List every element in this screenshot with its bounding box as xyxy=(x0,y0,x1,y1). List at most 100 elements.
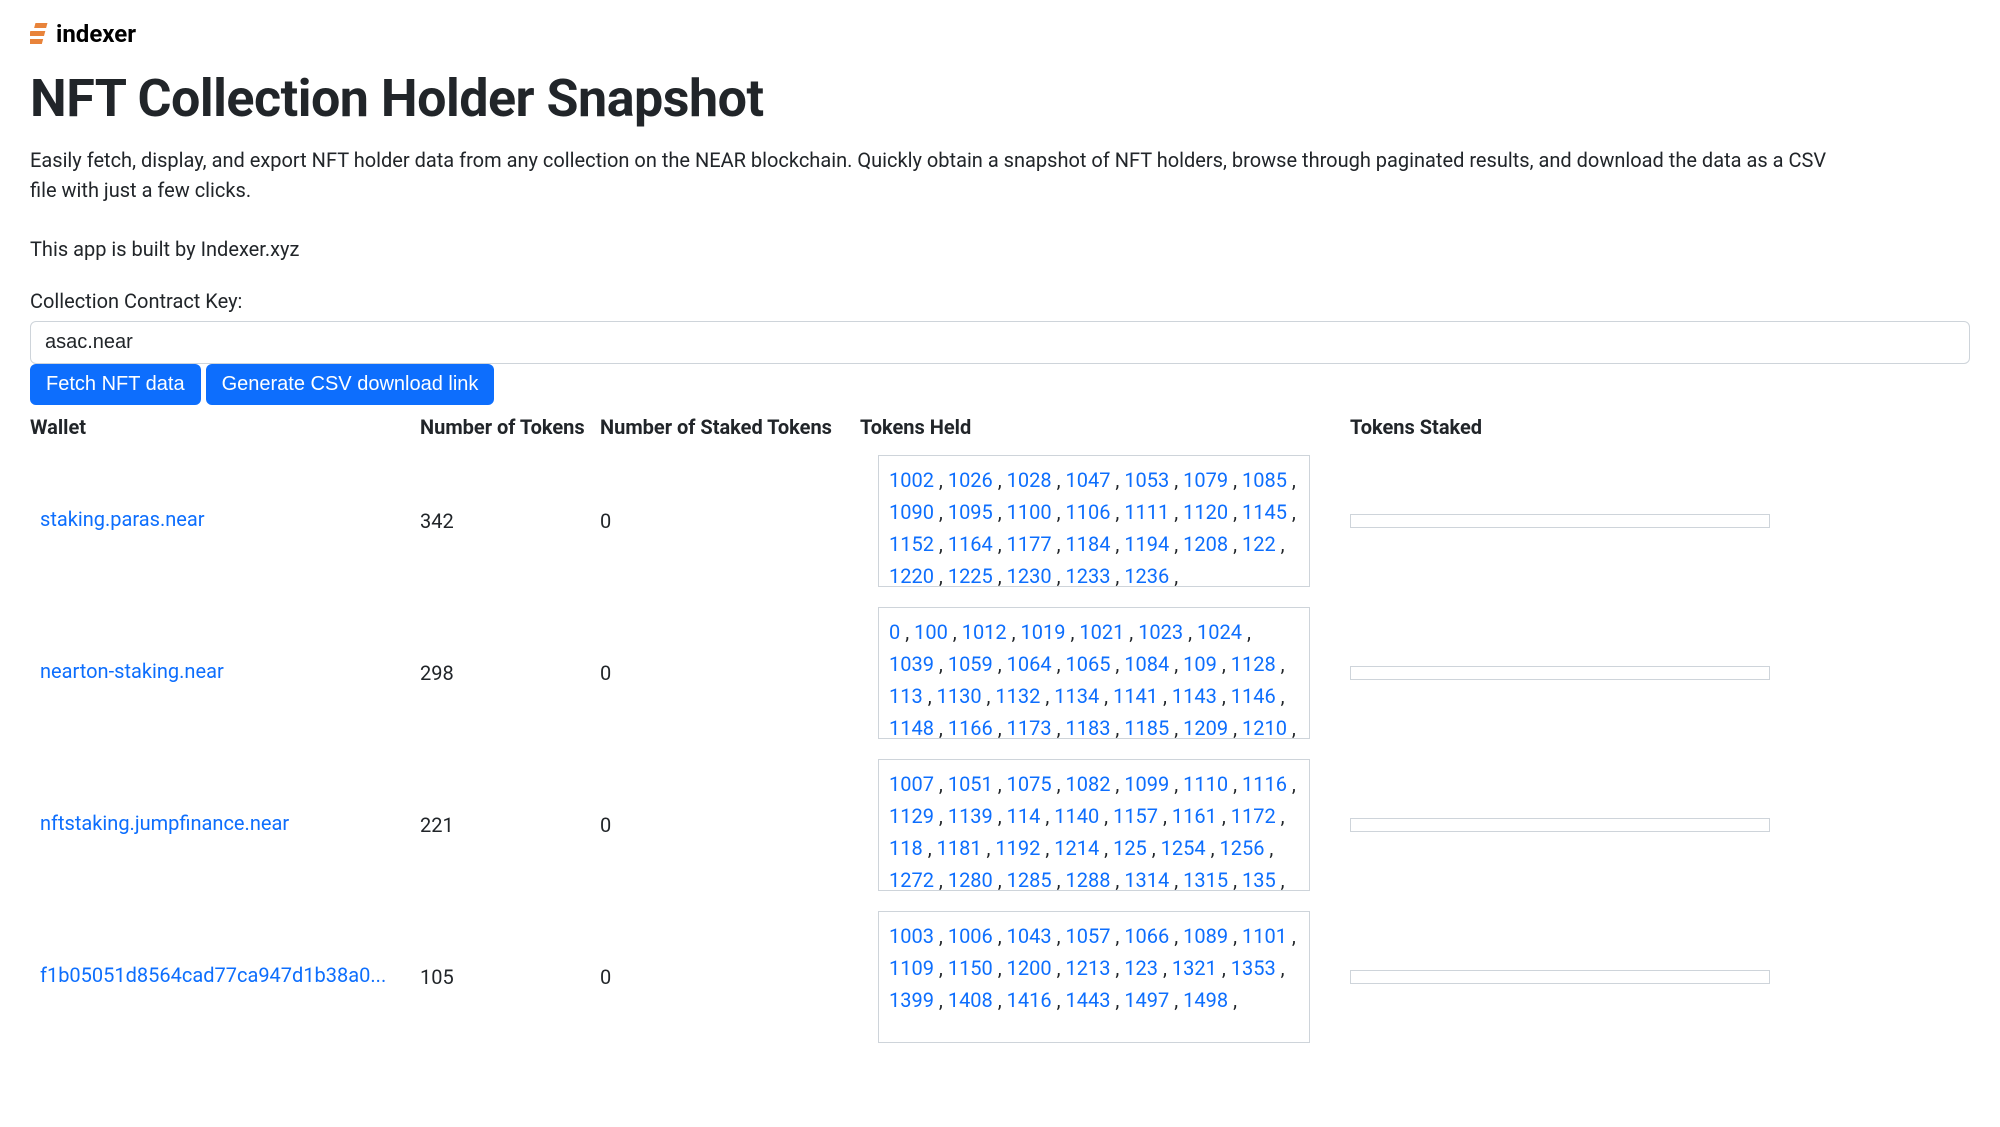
token-link[interactable]: 1047 xyxy=(1065,468,1110,492)
token-link[interactable]: 1095 xyxy=(948,500,993,524)
token-link[interactable]: 113 xyxy=(889,684,923,708)
token-link[interactable]: 1084 xyxy=(1124,652,1169,676)
fetch-nft-button[interactable]: Fetch NFT data xyxy=(30,364,201,405)
token-link[interactable]: 1134 xyxy=(1054,684,1099,708)
token-link[interactable]: 1082 xyxy=(1065,772,1110,796)
token-link[interactable]: 114 xyxy=(1007,804,1041,828)
token-link[interactable]: 1210 xyxy=(1242,716,1287,739)
token-link[interactable]: 1177 xyxy=(1007,532,1052,556)
token-link[interactable]: 1043 xyxy=(1007,924,1052,948)
token-link[interactable]: 1002 xyxy=(889,468,934,492)
wallet-link[interactable]: nearton-staking.near xyxy=(40,659,224,683)
token-link[interactable]: 1213 xyxy=(1065,956,1110,980)
tokens-held-box[interactable]: 0 , 100 , 1012 , 1019 , 1021 , 1023 , 10… xyxy=(878,607,1310,739)
token-link[interactable]: 1090 xyxy=(889,500,934,524)
token-link[interactable]: 1120 xyxy=(1183,500,1228,524)
token-link[interactable]: 1443 xyxy=(1065,988,1110,1012)
token-link[interactable]: 1272 xyxy=(889,868,934,891)
tokens-held-box[interactable]: 1002 , 1026 , 1028 , 1047 , 1053 , 1079 … xyxy=(878,455,1310,587)
token-link[interactable]: 1065 xyxy=(1065,652,1110,676)
token-link[interactable]: 1183 xyxy=(1065,716,1110,739)
token-link[interactable]: 1109 xyxy=(889,956,934,980)
token-link[interactable]: 1233 xyxy=(1065,564,1110,587)
generate-csv-button[interactable]: Generate CSV download link xyxy=(206,364,495,405)
token-link[interactable]: 1256 xyxy=(1220,836,1265,860)
token-link[interactable]: 1220 xyxy=(889,564,934,587)
token-link[interactable]: 1140 xyxy=(1054,804,1099,828)
token-link[interactable]: 135 xyxy=(1242,868,1276,891)
tokens-staked-box[interactable] xyxy=(1350,514,1770,528)
token-link[interactable]: 1110 xyxy=(1183,772,1228,796)
tokens-staked-box[interactable] xyxy=(1350,818,1770,832)
token-link[interactable]: 1164 xyxy=(948,532,993,556)
token-link[interactable]: 1192 xyxy=(995,836,1040,860)
token-link[interactable]: 1132 xyxy=(995,684,1040,708)
token-link[interactable]: 1181 xyxy=(937,836,982,860)
tokens-staked-box[interactable] xyxy=(1350,970,1770,984)
token-link[interactable]: 1194 xyxy=(1124,532,1169,556)
token-link[interactable]: 1314 xyxy=(1124,868,1169,891)
token-link[interactable]: 1143 xyxy=(1172,684,1217,708)
token-link[interactable]: 1321 xyxy=(1172,956,1217,980)
token-link[interactable]: 1111 xyxy=(1124,500,1169,524)
contract-key-input[interactable] xyxy=(30,321,1970,364)
token-link[interactable]: 1129 xyxy=(889,804,934,828)
token-link[interactable]: 1185 xyxy=(1124,716,1169,739)
token-link[interactable]: 1023 xyxy=(1138,620,1183,644)
token-link[interactable]: 1106 xyxy=(1065,500,1110,524)
token-link[interactable]: 1280 xyxy=(948,868,993,891)
token-link[interactable]: 1024 xyxy=(1197,620,1242,644)
token-link[interactable]: 1146 xyxy=(1231,684,1276,708)
token-link[interactable]: 109 xyxy=(1183,652,1217,676)
token-link[interactable]: 1200 xyxy=(1007,956,1052,980)
token-link[interactable]: 1079 xyxy=(1183,468,1228,492)
token-link[interactable]: 1498 xyxy=(1183,988,1228,1012)
token-link[interactable]: 1100 xyxy=(1007,500,1052,524)
tokens-held-box[interactable]: 1003 , 1006 , 1043 , 1057 , 1066 , 1089 … xyxy=(878,911,1310,1043)
token-link[interactable]: 100 xyxy=(914,620,948,644)
token-link[interactable]: 1051 xyxy=(948,772,993,796)
token-link[interactable]: 1007 xyxy=(889,772,934,796)
tokens-held-box[interactable]: 1007 , 1051 , 1075 , 1082 , 1099 , 1110 … xyxy=(878,759,1310,891)
token-link[interactable]: 1230 xyxy=(1007,564,1052,587)
token-link[interactable]: 1285 xyxy=(1007,868,1052,891)
token-link[interactable]: 1019 xyxy=(1021,620,1066,644)
token-link[interactable]: 1075 xyxy=(1007,772,1052,796)
token-link[interactable]: 1101 xyxy=(1242,924,1287,948)
token-link[interactable]: 123 xyxy=(1124,956,1158,980)
token-link[interactable]: 0 xyxy=(889,620,900,644)
token-link[interactable]: 1139 xyxy=(948,804,993,828)
token-link[interactable]: 1172 xyxy=(1231,804,1276,828)
token-link[interactable]: 1288 xyxy=(1065,868,1110,891)
token-link[interactable]: 1116 xyxy=(1242,772,1287,796)
token-link[interactable]: 1057 xyxy=(1065,924,1110,948)
token-link[interactable]: 1141 xyxy=(1113,684,1158,708)
tokens-staked-box[interactable] xyxy=(1350,666,1770,680)
token-link[interactable]: 1166 xyxy=(948,716,993,739)
token-link[interactable]: 1236 xyxy=(1124,564,1169,587)
token-link[interactable]: 1184 xyxy=(1065,532,1110,556)
token-link[interactable]: 1028 xyxy=(1007,468,1052,492)
token-link[interactable]: 1209 xyxy=(1183,716,1228,739)
token-link[interactable]: 118 xyxy=(889,836,923,860)
token-link[interactable]: 1150 xyxy=(948,956,993,980)
token-link[interactable]: 1059 xyxy=(948,652,993,676)
token-link[interactable]: 125 xyxy=(1113,836,1147,860)
token-link[interactable]: 1161 xyxy=(1172,804,1217,828)
token-link[interactable]: 1254 xyxy=(1161,836,1206,860)
token-link[interactable]: 1012 xyxy=(962,620,1007,644)
token-link[interactable]: 122 xyxy=(1242,532,1276,556)
token-link[interactable]: 1157 xyxy=(1113,804,1158,828)
token-link[interactable]: 1399 xyxy=(889,988,934,1012)
token-link[interactable]: 1099 xyxy=(1124,772,1169,796)
token-link[interactable]: 1315 xyxy=(1183,868,1228,891)
token-link[interactable]: 1173 xyxy=(1007,716,1052,739)
token-link[interactable]: 1085 xyxy=(1242,468,1287,492)
token-link[interactable]: 1089 xyxy=(1183,924,1228,948)
token-link[interactable]: 1128 xyxy=(1231,652,1276,676)
token-link[interactable]: 1408 xyxy=(948,988,993,1012)
token-link[interactable]: 1021 xyxy=(1079,620,1124,644)
token-link[interactable]: 1225 xyxy=(948,564,993,587)
token-link[interactable]: 1416 xyxy=(1007,988,1052,1012)
token-link[interactable]: 1130 xyxy=(937,684,982,708)
